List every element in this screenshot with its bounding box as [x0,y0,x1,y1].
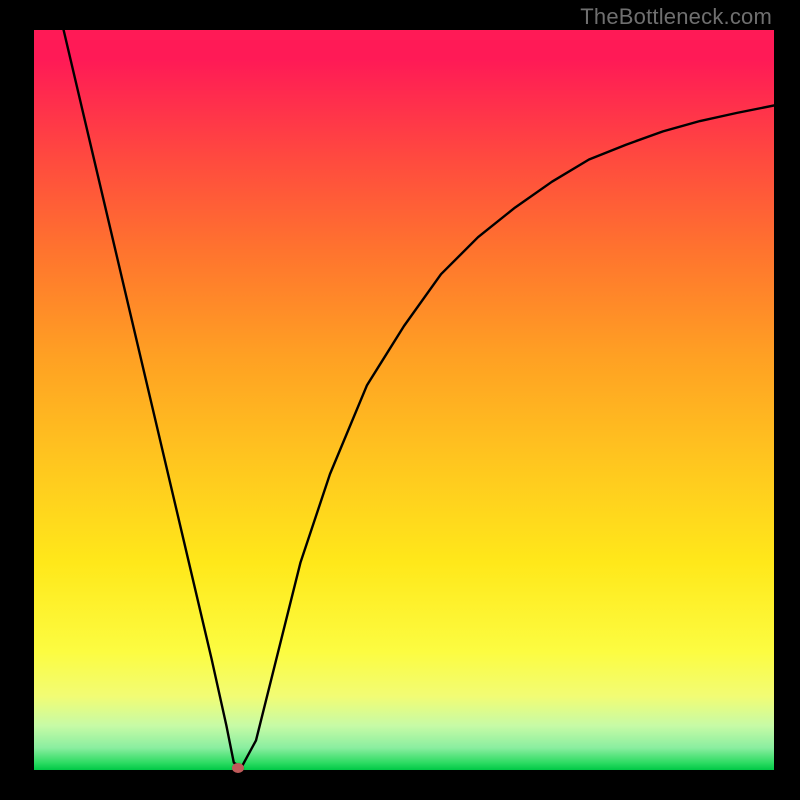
bottleneck-curve-path [64,30,774,768]
watermark-text: TheBottleneck.com [580,4,772,30]
plot-area [34,30,774,770]
chart-container: TheBottleneck.com [0,0,800,800]
bottleneck-curve-svg [34,30,774,770]
optimum-marker [232,763,244,773]
